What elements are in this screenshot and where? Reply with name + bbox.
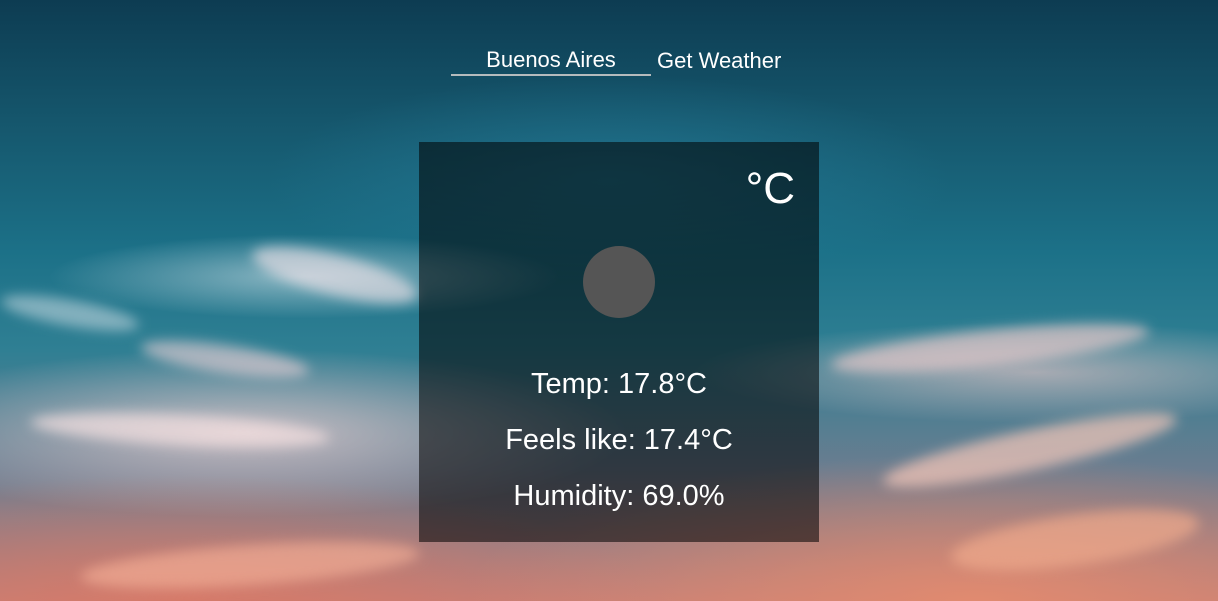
- cloud: [79, 533, 421, 597]
- temperature-label: Temp: 17.8°C: [530, 368, 707, 400]
- cloud: [138, 333, 312, 385]
- weather-condition-icon: [583, 246, 655, 318]
- unit-toggle[interactable]: °C: [746, 164, 795, 214]
- cloud: [247, 235, 423, 315]
- get-weather-button[interactable]: Get Weather: [657, 46, 781, 76]
- cloud: [828, 313, 1152, 383]
- weather-card: °C Temp: 17.8°C Feels like: 17.4°C Humid…: [419, 142, 819, 542]
- humidity-label: Humidity: 69.0%: [513, 480, 725, 512]
- city-input[interactable]: [451, 46, 651, 76]
- cloud: [947, 497, 1203, 583]
- cloud: [29, 407, 331, 453]
- search-bar: Get Weather: [451, 46, 781, 78]
- cloud: [879, 399, 1181, 501]
- weather-stats: Temp: 17.8°C Feels like: 17.4°C Humidity…: [419, 356, 819, 524]
- feels-like-label: Feels like: 17.4°C: [505, 424, 733, 456]
- cloud: [0, 288, 142, 338]
